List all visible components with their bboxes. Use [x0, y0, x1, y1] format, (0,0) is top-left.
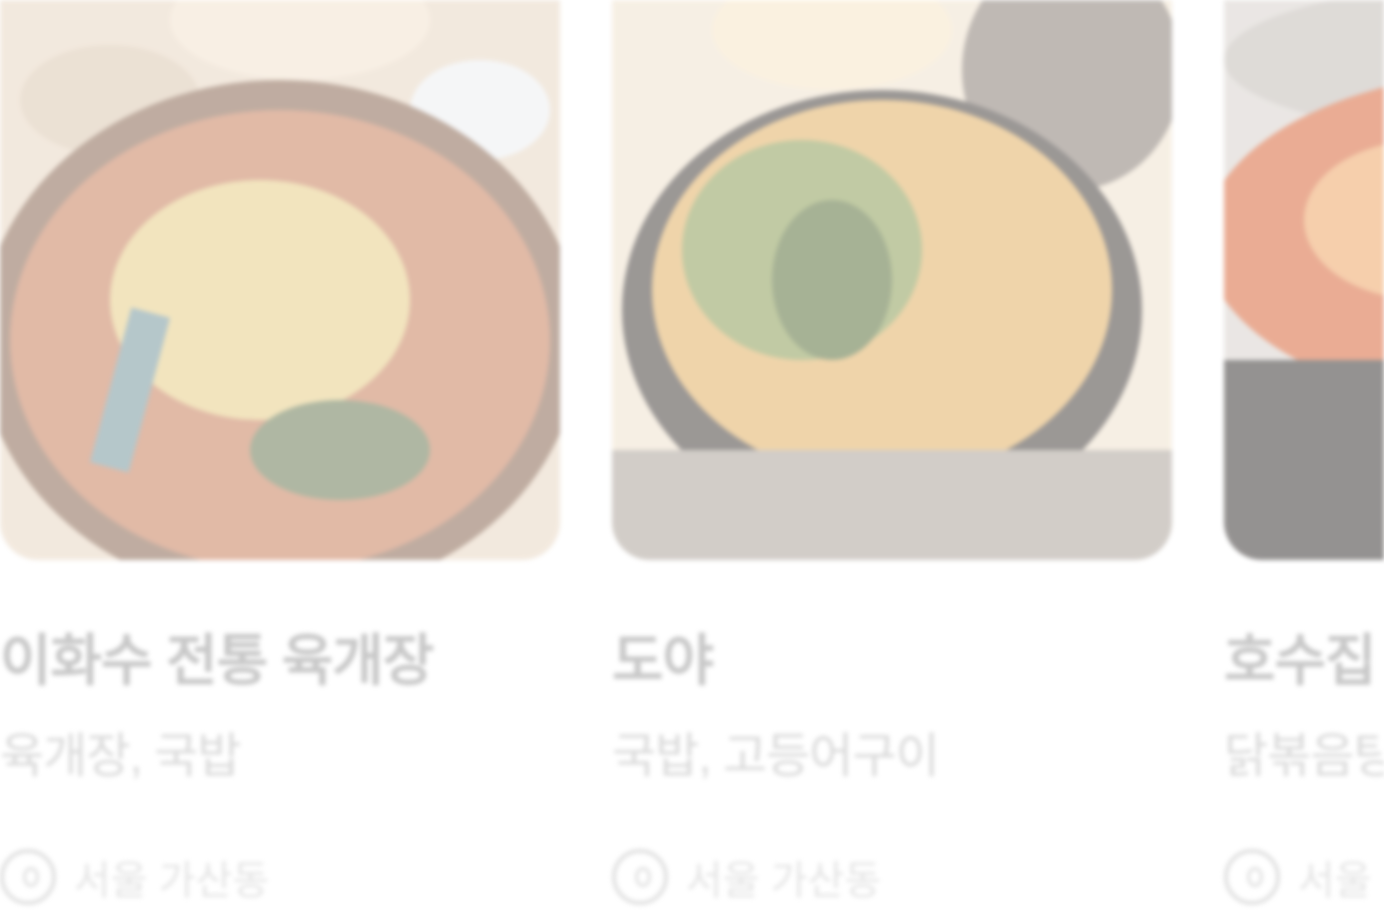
food-photo-image: [612, 0, 1172, 560]
location-text: 서울 가산동: [1298, 859, 1384, 903]
location-pin-icon: [1224, 849, 1280, 905]
food-photo-image: [0, 0, 560, 560]
restaurant-location: 서울 가산동: [612, 848, 881, 906]
restaurant-card[interactable]: 도야 국밥, 고등어구이 서울 가산동: [612, 0, 1172, 920]
restaurant-location: 서울 가산동: [1224, 848, 1384, 906]
restaurant-card[interactable]: 호수집 닭볶음탕 서울 가산동: [1224, 0, 1384, 920]
restaurant-carousel: 이화수 전통 육개장 육개장, 국밥 서울 가산동 도야 국밥, 고등어구이 서…: [0, 0, 1384, 920]
location-pin-icon: [612, 849, 668, 905]
restaurant-category: 육개장, 국밥: [0, 730, 241, 783]
location-pin-icon: [0, 849, 56, 905]
restaurant-photo[interactable]: [612, 0, 1172, 560]
location-text: 서울 가산동: [74, 859, 270, 903]
restaurant-name: 이화수 전통 육개장: [0, 629, 434, 692]
restaurant-category: 닭볶음탕: [1224, 730, 1384, 783]
restaurant-photo[interactable]: [0, 0, 560, 560]
restaurant-card[interactable]: 이화수 전통 육개장 육개장, 국밥 서울 가산동: [0, 0, 560, 920]
location-text: 서울 가산동: [686, 859, 882, 903]
restaurant-name: 도야: [612, 629, 714, 692]
food-photo-image: [1224, 0, 1384, 560]
restaurant-category: 국밥, 고등어구이: [612, 730, 940, 783]
restaurant-photo[interactable]: [1224, 0, 1384, 560]
restaurant-location: 서울 가산동: [0, 848, 269, 906]
restaurant-name: 호수집: [1224, 629, 1377, 692]
